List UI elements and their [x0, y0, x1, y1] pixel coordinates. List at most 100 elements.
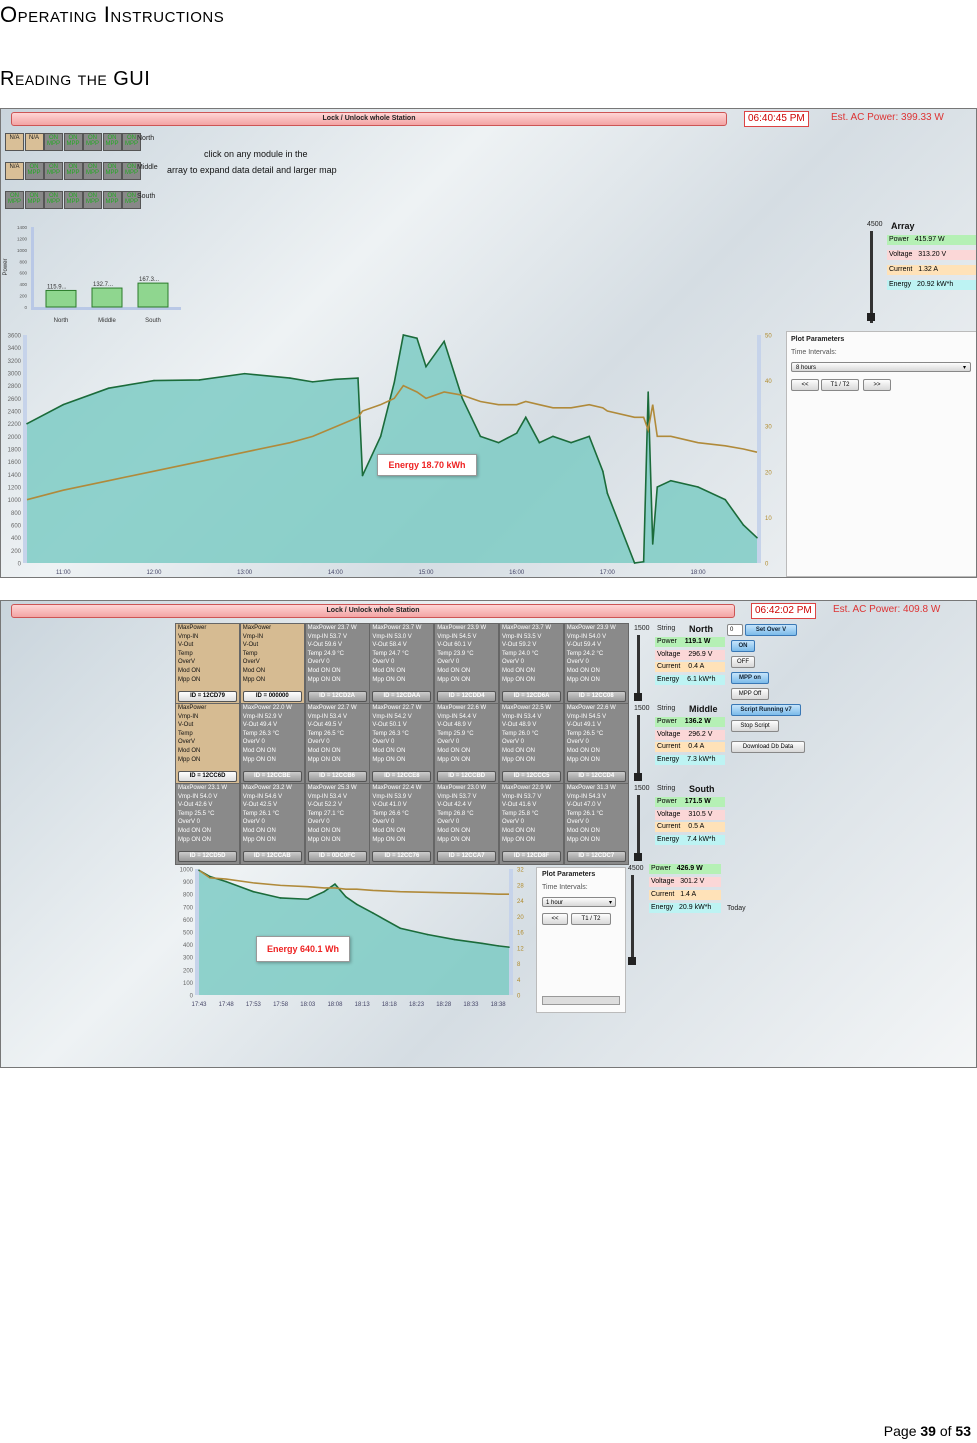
array-energy-row: Energy 20.92 kW*h [887, 280, 976, 290]
module-id-button[interactable]: ID = 12CD2A [307, 691, 367, 702]
module-detail-card[interactable]: MaxPower 31.3 W Vmp-IN 54.3 V V-Out 47.0 V… [563, 783, 629, 865]
module-id-button[interactable]: ID = 12CDAA [372, 691, 432, 702]
module-id-button[interactable]: ID = 12CD6A [502, 691, 561, 702]
x-tick-label: 17:53 [246, 1002, 262, 1008]
module-id-button[interactable]: ID = 12CCC5 [502, 771, 561, 782]
module-id-button[interactable]: ID = 12CCB6 [307, 771, 367, 782]
horizontal-scrollbar[interactable] [542, 996, 620, 1005]
y2-tick-label: 0 [517, 994, 521, 1000]
module-stat: Temp 23.9 °C [437, 650, 474, 657]
module-detail-card[interactable]: MaxPower 22.4 W Vmp-IN 53.9 V V-Out 41.0 V… [369, 783, 435, 865]
recent-power-chart: 1000900800700600500400300200100032282420… [180, 868, 525, 1009]
module-stat: Mod ON ON [372, 667, 406, 674]
module-tile[interactable]: N/A [5, 133, 24, 151]
string-gauge [637, 715, 640, 781]
module-detail-card[interactable]: MaxPower 23.2 W Vmp-IN 54.6 V V-Out 42.5 V… [239, 783, 305, 865]
module-id-button[interactable]: ID = 0DC0FC [307, 851, 367, 862]
module-detail-card[interactable]: MaxPower 22.6 W Vmp-IN 54.4 V V-Out 48.9 V… [434, 703, 500, 785]
total-power-row: Power 426.9 W [649, 864, 721, 874]
on-button[interactable]: ON [731, 640, 755, 652]
module-stat: Mod ON ON [437, 747, 471, 754]
total-gauge-handle[interactable] [628, 957, 636, 965]
module-detail-card[interactable]: MaxPower 22.9 W Vmp-IN 53.7 V V-Out 41.6 V… [499, 783, 564, 865]
module-detail-card[interactable]: MaxPower Vmp-IN V-Out Temp OverV Mod ON Mpp ON… [239, 623, 305, 705]
module-stat: MaxPower 22.6 W [437, 705, 487, 711]
module-detail-card[interactable]: MaxPower 23.7 W Vmp-IN 53.7 V V-Out 59.6 V… [304, 623, 370, 705]
module-stat: Temp [178, 650, 193, 657]
module-tile[interactable]: N/A [5, 162, 24, 180]
off-button[interactable]: OFF [731, 656, 755, 668]
bar-mark[interactable] [91, 287, 123, 308]
power-point [372, 912, 374, 914]
module-detail-card[interactable]: MaxPower 25.3 W Vmp-IN 53.4 V V-Out 52.2 V… [304, 783, 370, 865]
lock-station-button-2[interactable]: Lock / Unlock whole Station [11, 604, 735, 618]
string-voltage-row: Voltage 296.9 V [655, 649, 725, 660]
bar-mark[interactable] [137, 282, 169, 308]
module-tile[interactable]: N/A [24, 133, 44, 151]
time-interval-select[interactable]: 8 hours ▾ [791, 362, 971, 372]
module-mpp-flag: MPP [105, 170, 119, 176]
power-point [552, 435, 554, 438]
t1-t2-button[interactable]: T1 / T2 [821, 379, 859, 391]
module-detail-card[interactable]: MaxPower 23.9 W Vmp-IN 54.5 V V-Out 60.1 V… [434, 623, 500, 705]
module-detail-card[interactable]: MaxPower 22.7 W Vmp-IN 54.2 V V-Out 50.1 V… [369, 703, 435, 785]
module-detail-card[interactable]: MaxPower 22.0 W Vmp-IN 52.9 V V-Out 49.4 V… [239, 703, 305, 785]
module-id-button[interactable]: ID = 12CD5D [178, 851, 237, 862]
prev-interval-button[interactable]: << [791, 379, 819, 391]
download-db-button[interactable]: Download Db Data [731, 741, 805, 753]
module-detail-card[interactable]: MaxPower 23.9 W Vmp-IN 54.0 V V-Out 59.4 V… [563, 623, 629, 705]
bar-mark[interactable] [45, 289, 77, 308]
next-interval-button[interactable]: >> [863, 379, 891, 391]
module-id-button[interactable]: ID = 12CCBD [437, 771, 497, 782]
module-stat: V-Out 41.0 V [372, 802, 407, 809]
module-id-button[interactable]: ID = 12CCA7 [437, 851, 497, 862]
power-point [355, 903, 358, 906]
module-detail-card[interactable]: MaxPower Vmp-IN V-Out Temp OverV Mod ON Mpp ON… [175, 703, 240, 785]
module-id-button[interactable]: ID = 12CCBE [242, 771, 302, 782]
module-detail-card[interactable]: MaxPower 22.6 W Vmp-IN 54.5 V V-Out 49.1 V… [563, 703, 629, 785]
script-running-button[interactable]: Script Running v7 [731, 704, 801, 716]
mpp-off-button[interactable]: MPP Off [731, 688, 769, 700]
module-id-button[interactable]: ID = 12CCAB [242, 851, 302, 862]
mpp-on-button[interactable]: MPP on [731, 672, 769, 684]
string-gauge-handle[interactable] [634, 773, 642, 781]
module-stat: Mpp ON ON [502, 836, 536, 843]
stop-script-button[interactable]: Stop Script [731, 720, 779, 732]
y-tick-label: 1800 [8, 448, 22, 454]
module-detail-card[interactable]: MaxPower 22.5 W Vmp-IN 53.4 V V-Out 48.9 V… [499, 703, 564, 785]
array-gauge-handle[interactable] [867, 313, 875, 321]
module-id-button[interactable]: ID = 12CDC7 [566, 851, 626, 862]
module-id-button[interactable]: ID = 12CC76 [372, 851, 432, 862]
module-stat: Temp 26.5 °C [566, 730, 604, 737]
set-over-v-button[interactable]: Set Over V [745, 624, 797, 636]
string-energy-label: Energy [657, 755, 680, 763]
module-stat: Vmp-IN [178, 633, 199, 640]
string-gauge-handle[interactable] [634, 693, 642, 701]
row-label: Middle [137, 164, 158, 171]
module-id-button[interactable]: ID = 12CD8F [502, 851, 561, 862]
prev-interval-button-2[interactable]: << [542, 913, 568, 925]
y-tick-label: 2800 [8, 384, 22, 390]
module-id-button[interactable]: ID = 12CCE8 [372, 771, 432, 782]
lock-station-button[interactable]: Lock / Unlock whole Station [11, 112, 727, 126]
module-detail-card[interactable]: MaxPower 23.7 W Vmp-IN 53.0 V V-Out 58.4 V… [369, 623, 435, 705]
module-id-button[interactable]: ID = 12CD79 [178, 691, 237, 702]
module-id-button[interactable]: ID = 12CCD4 [566, 771, 626, 782]
string-gauge-handle[interactable] [634, 853, 642, 861]
module-id-button[interactable]: ID = 000000 [242, 691, 302, 702]
time-interval-select-2[interactable]: 1 hour ▾ [542, 897, 616, 907]
module-id-button[interactable]: ID = 12CC6D [178, 771, 237, 782]
module-id-button[interactable]: ID = 12CC08 [566, 691, 626, 702]
over-v-input[interactable]: 0 [727, 624, 743, 636]
power-point [606, 492, 609, 495]
module-detail-card[interactable]: MaxPower 23.0 W Vmp-IN 53.7 V V-Out 42.4 V… [434, 783, 500, 865]
module-stat: V-Out 59.4 V [566, 642, 602, 649]
module-detail-card[interactable]: MaxPower Vmp-IN V-Out Temp OverV Mod ON Mpp ON… [175, 623, 240, 705]
module-detail-card[interactable]: MaxPower 22.7 W Vmp-IN 53.4 V V-Out 49.5 V… [304, 703, 370, 785]
energy-tooltip-2: Energy 640.1 Wh [256, 936, 350, 962]
t1-t2-button-2[interactable]: T1 / T2 [571, 913, 611, 925]
module-stat: MaxPower 23.9 W [437, 625, 487, 631]
module-detail-card[interactable]: MaxPower 23.7 W Vmp-IN 53.5 V V-Out 59.2 V… [499, 623, 564, 705]
module-detail-card[interactable]: MaxPower 23.1 W Vmp-IN 54.0 V V-Out 42.6 V… [175, 783, 240, 865]
module-id-button[interactable]: ID = 12CDD4 [437, 691, 497, 702]
